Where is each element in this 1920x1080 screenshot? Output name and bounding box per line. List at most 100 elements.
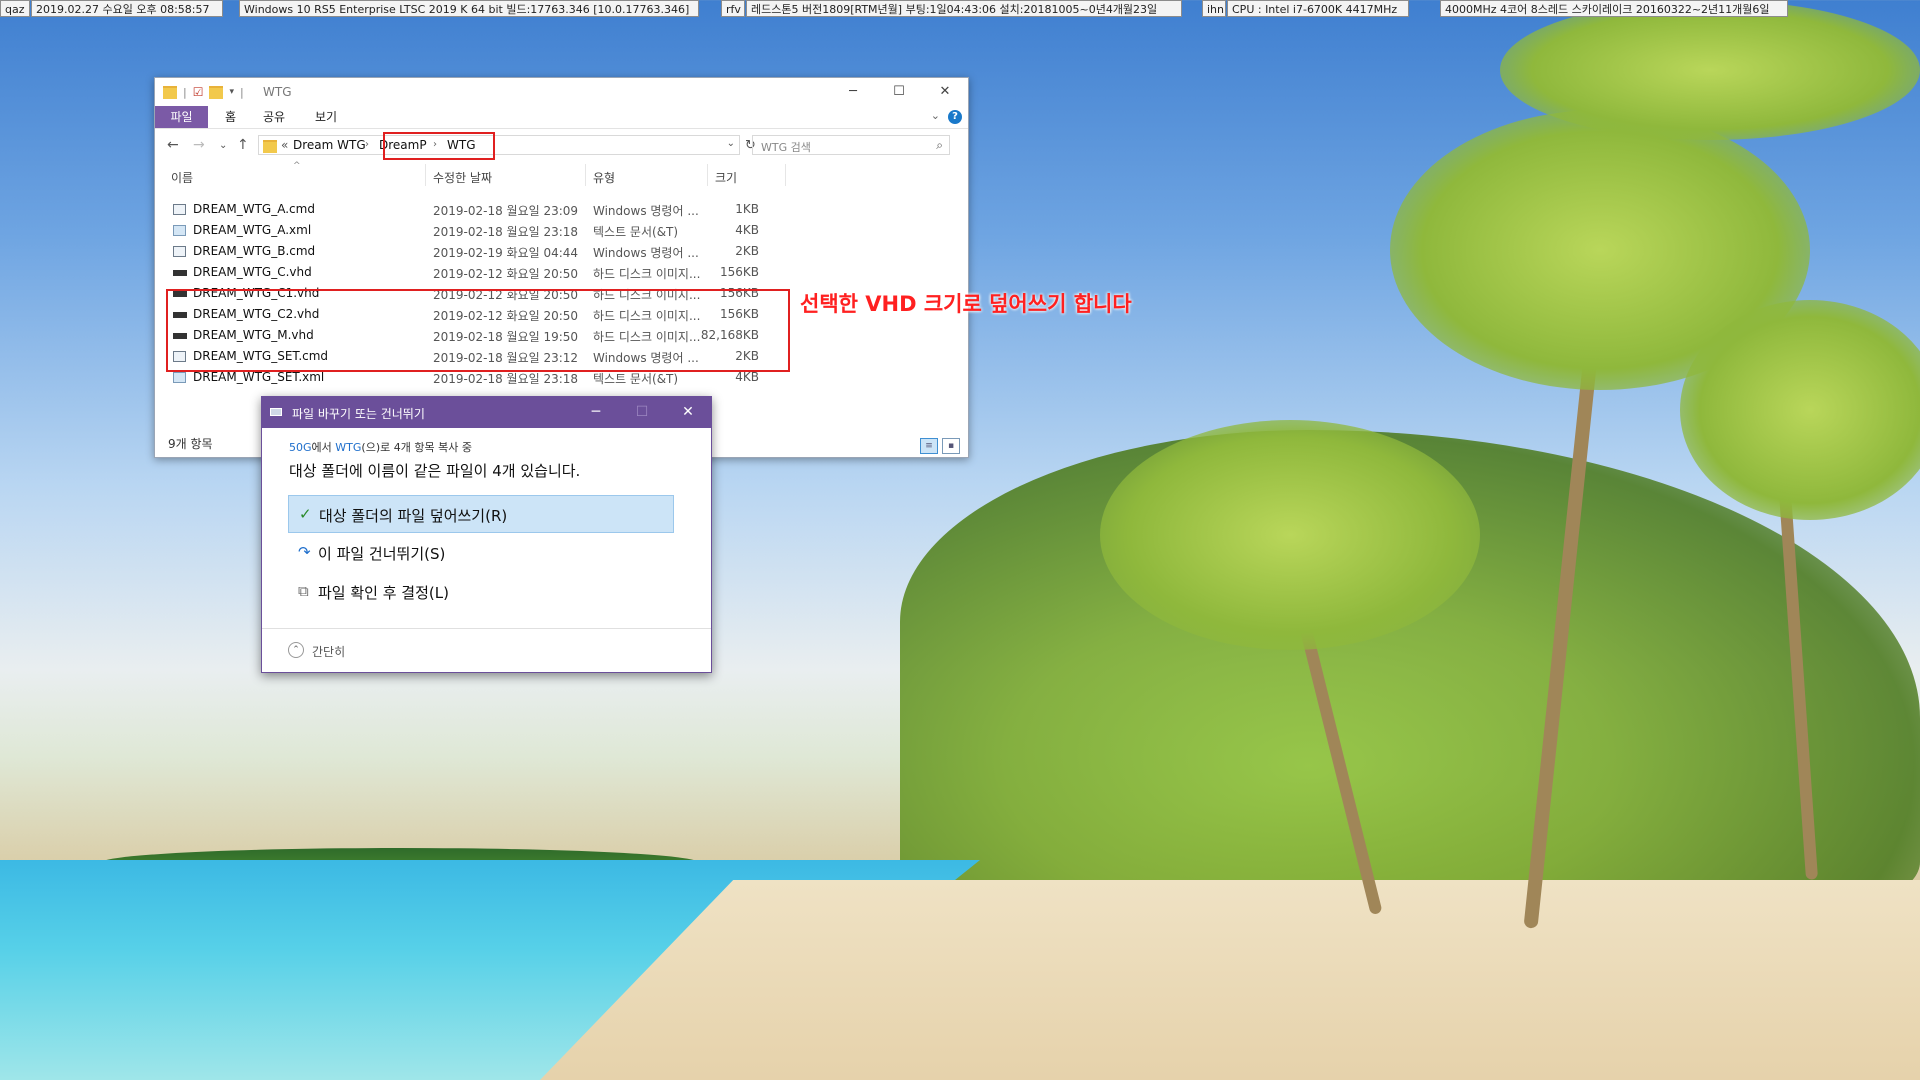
large-icons-view-icon[interactable]: ▪	[942, 438, 960, 454]
customize-qat-icon[interactable]: ▾	[229, 87, 234, 97]
explorer-titlebar[interactable]: | ☑ ▾ | WTG ─ ☐ ✕	[155, 78, 968, 106]
file-date: 2019-02-19 화요일 04:44	[433, 246, 579, 260]
details-view-icon[interactable]: ≡	[920, 438, 938, 454]
column-header-name[interactable]: 이름	[171, 169, 193, 186]
tab-view[interactable]: 보기	[315, 106, 337, 128]
file-row[interactable]: DREAM_WTG_A.xml 2019-02-18 월요일 23:18 텍스트…	[155, 219, 775, 240]
column-divider[interactable]	[785, 164, 786, 186]
file-date: 2019-02-18 월요일 23:18	[433, 372, 579, 386]
vhd-highlight-box	[166, 289, 790, 372]
option-label: 파일 확인 후 결정(L)	[318, 584, 449, 602]
replace-skip-dialog[interactable]: 파일 바꾸기 또는 건너뛰기 ─ ☐ ✕ 50G에서 WTG(으)로 4개 항목…	[261, 396, 712, 673]
folder-icon	[163, 85, 177, 99]
properties-icon[interactable]: ☑	[193, 85, 204, 99]
file-name: DREAM_WTG_B.cmd	[193, 244, 316, 258]
file-name: DREAM_WTG_A.xml	[193, 223, 312, 237]
column-header-date[interactable]: 수정한 날짜	[433, 169, 492, 186]
column-header-type[interactable]: 유형	[593, 169, 615, 186]
up-arrow-icon[interactable]: ↑	[237, 137, 249, 153]
dialog-minimize-button[interactable]: ─	[573, 397, 619, 428]
file-date: 2019-02-18 월요일 23:09	[433, 204, 579, 218]
skip-files-option[interactable]: ↷ 이 파일 건너뛰기(S)	[288, 534, 674, 572]
address-dropdown-icon[interactable]: ⌄	[727, 138, 735, 149]
file-row[interactable]: DREAM_WTG_A.cmd 2019-02-18 월요일 23:09 Win…	[155, 198, 775, 219]
maximize-button[interactable]: ☐	[876, 78, 922, 106]
expand-ribbon-icon[interactable]: ⌄	[931, 109, 940, 122]
status-item-count: 9개 항목	[168, 437, 213, 451]
dialog-close-button[interactable]: ✕	[665, 397, 711, 428]
dialog-title: 파일 바꾸기 또는 건너뛰기	[292, 407, 425, 421]
breadcrumb-dream-wtg[interactable]: Dream WTG	[293, 138, 366, 152]
minimize-button[interactable]: ─	[830, 78, 876, 106]
address-bar[interactable]: « Dream WTG › DreamP › WTG ⌄	[258, 135, 740, 155]
info-cell-datetime: 2019.02.27 수요일 오후 08:58:57	[31, 0, 223, 17]
file-size: 156KB	[719, 265, 759, 279]
search-icon[interactable]: ⌕	[936, 138, 943, 153]
info-cell-cpu-detail: 4000MHz 4코어 8스레드 스카이레이크 20160322~2년11개월6…	[1440, 0, 1788, 17]
palm-fronds	[1680, 300, 1920, 520]
recent-locations-icon[interactable]: ⌄	[219, 140, 227, 151]
copy-dialog-icon	[270, 408, 282, 416]
column-header-size[interactable]: 크기	[715, 169, 737, 186]
column-divider[interactable]	[585, 164, 586, 186]
palm-fronds	[1500, 0, 1920, 140]
search-input[interactable]: WTG 검색 ⌕	[752, 135, 950, 155]
compare-files-option[interactable]: ⧉ 파일 확인 후 결정(L)	[288, 573, 674, 611]
xml-file-icon	[173, 372, 186, 383]
column-headers: ^ 이름 수정한 날짜 유형 크기	[155, 161, 968, 187]
info-cell-os: Windows 10 RS5 Enterprise LTSC 2019 K 64…	[239, 0, 699, 17]
file-size: 4KB	[735, 223, 759, 237]
collapse-chevron-icon[interactable]: ⌃	[288, 642, 304, 658]
file-type: Windows 명령어 ...	[593, 204, 699, 218]
file-row[interactable]: DREAM_WTG_B.cmd 2019-02-19 화요일 04:44 Win…	[155, 240, 775, 261]
column-divider[interactable]	[425, 164, 426, 186]
source-folder-link[interactable]: 50G	[289, 441, 312, 454]
file-size: 4KB	[735, 370, 759, 384]
annotation-text: 선택한 VHD 크기로 덮어쓰기 합니다	[800, 292, 1132, 316]
copy-progress-text: 50G에서 WTG(으)로 4개 항목 복사 중	[289, 439, 472, 455]
tab-home[interactable]: 홈	[225, 106, 236, 128]
vhd-file-icon	[173, 270, 187, 276]
window-title: WTG	[263, 85, 292, 99]
cmd-file-icon	[173, 246, 186, 257]
help-icon[interactable]: ?	[948, 110, 962, 124]
system-info-bar: qaz 2019.02.27 수요일 오후 08:58:57 Windows 1…	[0, 0, 1920, 18]
file-type: 하드 디스크 이미지...	[593, 267, 701, 281]
overflow-crumb[interactable]: «	[281, 138, 288, 152]
forward-arrow-icon[interactable]: →	[193, 137, 205, 153]
search-placeholder: WTG 검색	[761, 141, 811, 154]
close-button[interactable]: ✕	[922, 78, 968, 106]
destination-folder-link[interactable]: WTG	[335, 441, 361, 454]
file-size: 1KB	[735, 202, 759, 216]
copy-text-part: (으)로 4개 항목 복사 중	[361, 441, 472, 454]
copy-text-part: 에서	[311, 441, 336, 454]
info-cell: rfv	[721, 0, 745, 17]
fewer-details-link[interactable]: 간단히	[312, 643, 345, 660]
toolbar-separator: |	[240, 85, 244, 99]
quick-access-toolbar: | ☑ ▾ |	[163, 85, 244, 99]
skip-arrow-icon: ↷	[298, 543, 311, 561]
file-date: 2019-02-18 월요일 23:18	[433, 225, 579, 239]
file-row[interactable]: DREAM_WTG_C.vhd 2019-02-12 화요일 20:50 하드 …	[155, 261, 775, 282]
column-divider[interactable]	[707, 164, 708, 186]
dialog-maximize-button: ☐	[635, 404, 649, 420]
tab-share[interactable]: 공유	[263, 106, 285, 128]
desktop-wallpaper-sand	[540, 880, 1920, 1080]
file-date: 2019-02-12 화요일 20:50	[433, 267, 579, 281]
tab-file[interactable]: 파일	[155, 106, 208, 128]
option-label: 대상 폴더의 파일 덮어쓰기(R)	[319, 507, 508, 525]
dialog-titlebar[interactable]: 파일 바꾸기 또는 건너뛰기 ─ ☐ ✕	[262, 397, 711, 428]
file-name: DREAM_WTG_SET.xml	[193, 370, 325, 384]
back-arrow-icon[interactable]: ←	[167, 137, 179, 153]
file-type: Windows 명령어 ...	[593, 246, 699, 260]
xml-file-icon	[173, 225, 186, 236]
info-cell-build: 레드스톤5 버전1809[RTM년월] 부팅:1일04:43:06 설치:201…	[746, 0, 1182, 17]
replace-files-option[interactable]: ✓ 대상 폴더의 파일 덮어쓰기(R)	[288, 495, 674, 533]
navigation-bar: ← → ⌄ ↑ « Dream WTG › DreamP › WTG ⌄ ↻ W…	[155, 129, 968, 161]
compare-files-icon: ⧉	[298, 582, 309, 600]
palm-fronds	[1100, 420, 1480, 650]
new-folder-icon[interactable]	[209, 85, 224, 99]
breadcrumb-separator[interactable]: ›	[365, 139, 369, 150]
file-type: 텍스트 문서(&T)	[593, 372, 679, 386]
info-cell: qaz	[0, 0, 30, 17]
